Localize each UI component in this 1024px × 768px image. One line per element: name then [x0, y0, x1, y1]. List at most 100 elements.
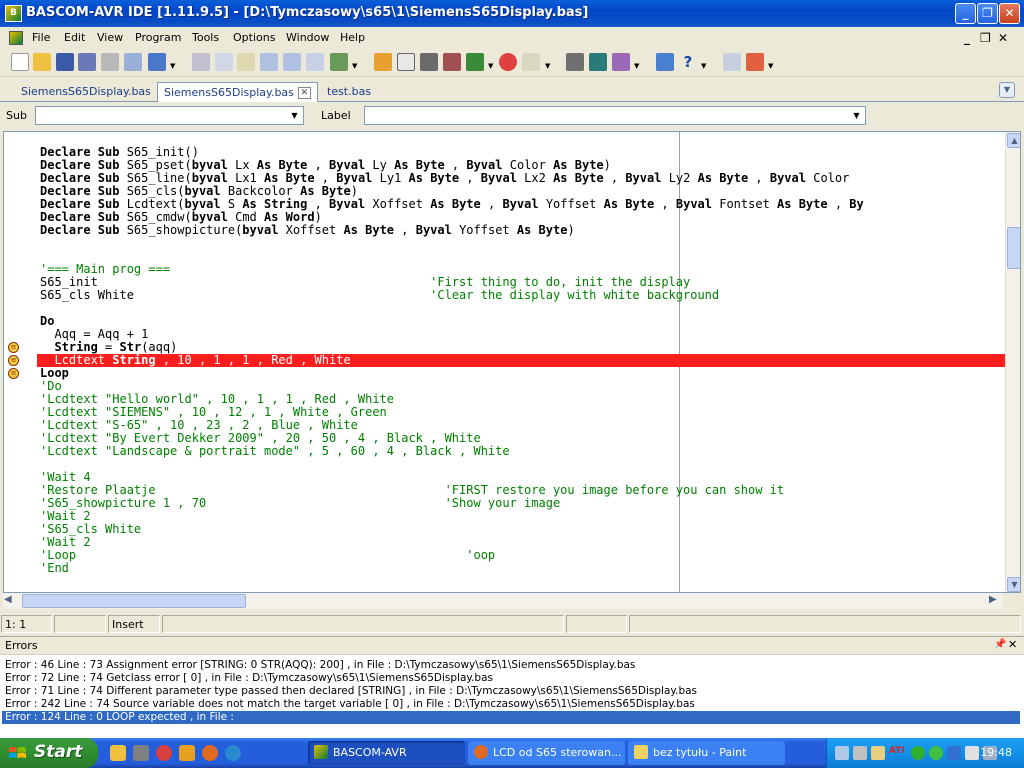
code-line-current[interactable]: Lcdtext String , 10 , 1 , 1 , Red , Whit… — [37, 354, 1005, 367]
code-line[interactable]: String = Str(aqq) — [40, 341, 1004, 354]
clock-icon[interactable] — [110, 745, 126, 761]
menu-window[interactable]: Window — [286, 31, 329, 44]
code-line[interactable]: 'Lcdtext "S-65" , 10 , 23 , 2 , Blue , W… — [40, 419, 1004, 432]
task-firefox[interactable]: LCD od S65 sterowan... — [468, 741, 625, 765]
vertical-scroll-thumb[interactable] — [1007, 227, 1020, 269]
compile-icon[interactable] — [397, 53, 415, 71]
horizontal-scroll-thumb[interactable] — [22, 594, 246, 608]
code-line[interactable]: 'Do — [40, 380, 1004, 393]
document-icon[interactable] — [9, 31, 23, 45]
error-row[interactable]: Error : 124 Line : 0 LOOP expected , in … — [2, 711, 1020, 724]
task-bascom[interactable]: BASCOM-AVR — [308, 741, 465, 765]
scroll-right-icon[interactable]: ▶ — [989, 594, 997, 605]
lcd-designer-icon[interactable] — [589, 53, 607, 71]
close-icon[interactable]: ✕ — [1008, 638, 1017, 651]
save-icon[interactable] — [56, 53, 74, 71]
code-line[interactable]: Declare Sub S65_init() — [40, 146, 1004, 159]
code-line[interactable]: Declare Sub S65_cmdw(byval Cmd As Word) — [40, 211, 1004, 224]
code-line[interactable]: S65_cls White 'Clear the display with wh… — [40, 289, 1004, 302]
horizontal-scrollbar[interactable]: ◀ ▶ — [3, 593, 1003, 609]
code-line[interactable]: Do — [40, 315, 1004, 328]
vertical-scrollbar[interactable]: ▲ ▼ — [1005, 132, 1020, 592]
media-icon[interactable] — [156, 745, 172, 761]
outdent-icon[interactable] — [283, 53, 301, 71]
cut-icon[interactable] — [192, 53, 210, 71]
breakpoint-icon[interactable]: ≡ — [8, 342, 19, 353]
code-line[interactable]: 'Lcdtext "Landscape & portrait mode" , 5… — [40, 445, 1004, 458]
label-select[interactable]: ▼ — [364, 106, 866, 125]
scroll-up-icon[interactable]: ▲ — [1007, 133, 1020, 148]
chip-icon[interactable] — [420, 53, 438, 71]
code-line[interactable]: 'Lcdtext "Hello world" , 10 , 1 , 1 , Re… — [40, 393, 1004, 406]
update-icon[interactable] — [929, 746, 943, 760]
print-preview-icon[interactable] — [124, 53, 142, 71]
error-row[interactable]: Error : 72 Line : 74 Getclass error [ 0]… — [2, 672, 1020, 685]
menu-help[interactable]: Help — [340, 31, 365, 44]
hardware-icon[interactable] — [566, 53, 584, 71]
code-line[interactable]: Aqq = Aqq + 1 — [40, 328, 1004, 341]
code-line[interactable]: Declare Sub S65_pset(byval Lx As Byte , … — [40, 159, 1004, 172]
error-row[interactable]: Error : 46 Line : 73 Assignment error [S… — [2, 659, 1020, 672]
error-row[interactable]: Error : 242 Line : 74 Source variable do… — [2, 698, 1020, 711]
code-line[interactable]: 'S65_cls White — [40, 523, 1004, 536]
terminal-icon[interactable] — [522, 53, 540, 71]
chevron-down-icon[interactable]: ▼ — [352, 62, 357, 70]
code-line[interactable]: Loop — [40, 367, 1004, 380]
chevron-down-icon[interactable]: ▼ — [170, 62, 175, 70]
globe-icon[interactable] — [225, 745, 241, 761]
start-button[interactable]: Start — [0, 738, 98, 768]
tab-siemens-active[interactable]: SiemensS65Display.bas ✕ — [157, 82, 318, 102]
stop-icon[interactable] — [499, 53, 517, 71]
volume-icon[interactable] — [871, 746, 885, 760]
info-icon[interactable] — [656, 53, 674, 71]
save-all-icon[interactable] — [78, 53, 96, 71]
scroll-down-icon[interactable]: ▼ — [1007, 577, 1020, 592]
shield-icon[interactable] — [911, 746, 925, 760]
title-bar[interactable]: B BASCOM-AVR IDE [1.11.9.5] - [D:\Tymcza… — [0, 0, 1024, 27]
program-chip-icon[interactable] — [443, 53, 461, 71]
font-editor-icon[interactable] — [612, 53, 630, 71]
network-icon[interactable] — [835, 746, 849, 760]
zoom-icon[interactable] — [723, 53, 741, 71]
code-line[interactable]: Declare Sub S65_showpicture(byval Xoffse… — [40, 224, 1004, 237]
code-line[interactable] — [40, 237, 1004, 250]
firefox-icon[interactable] — [202, 745, 218, 761]
error-row[interactable]: Error : 71 Line : 74 Different parameter… — [2, 685, 1020, 698]
code-line[interactable]: 'S65_showpicture 1 , 70 'Show your image — [40, 497, 1004, 510]
restore-button[interactable]: ❐ — [977, 3, 998, 24]
menu-program[interactable]: Program — [135, 31, 181, 44]
breakpoint-icon[interactable]: ≡ — [8, 355, 19, 366]
code-line[interactable]: 'Lcdtext "By Evert Dekker 2009" , 20 , 5… — [40, 432, 1004, 445]
chevron-down-icon[interactable]: ▼ — [850, 109, 863, 122]
mdi-minimize-button[interactable]: _ — [964, 31, 970, 45]
copy-icon[interactable] — [215, 53, 233, 71]
scroll-left-icon[interactable]: ◀ — [4, 594, 12, 605]
code-line[interactable]: 'Wait 2 — [40, 536, 1004, 549]
code-line[interactable]: 'Wait 2 — [40, 510, 1004, 523]
clock[interactable]: 19:48 — [980, 746, 1012, 759]
menu-file[interactable]: File — [32, 31, 50, 44]
tab-siemens-1[interactable]: SiemensS65Display.bas — [15, 82, 157, 102]
menu-view[interactable]: View — [97, 31, 123, 44]
speaker-icon[interactable] — [965, 746, 979, 760]
menu-options[interactable]: Options — [233, 31, 275, 44]
chevron-down-icon[interactable]: ▼ — [701, 62, 706, 70]
chevron-down-icon[interactable]: ▼ — [634, 62, 639, 70]
mdi-restore-button[interactable]: ❐ — [980, 31, 991, 45]
code-line[interactable]: 'Loop 'oop — [40, 549, 1004, 562]
chevron-down-icon[interactable]: ▼ — [545, 62, 550, 70]
chevron-down-icon[interactable]: ▼ — [288, 109, 301, 122]
chevron-down-icon[interactable]: ▼ — [768, 62, 773, 70]
report-icon[interactable] — [466, 53, 484, 71]
code-line[interactable] — [40, 250, 1004, 263]
menu-edit[interactable]: Edit — [64, 31, 85, 44]
code-line[interactable]: 'Wait 4 — [40, 471, 1004, 484]
code-area[interactable]: Declare Sub S65_init() Declare Sub S65_ps… — [37, 146, 1005, 575]
minimize-button[interactable]: _ — [955, 3, 976, 24]
bookmark-icon[interactable] — [330, 53, 348, 71]
find-icon[interactable] — [306, 53, 324, 71]
task-paint[interactable]: bez tytułu - Paint — [628, 741, 785, 765]
close-button[interactable]: ✕ — [999, 3, 1020, 24]
project-icon[interactable] — [148, 53, 166, 71]
code-line[interactable]: 'End — [40, 562, 1004, 575]
